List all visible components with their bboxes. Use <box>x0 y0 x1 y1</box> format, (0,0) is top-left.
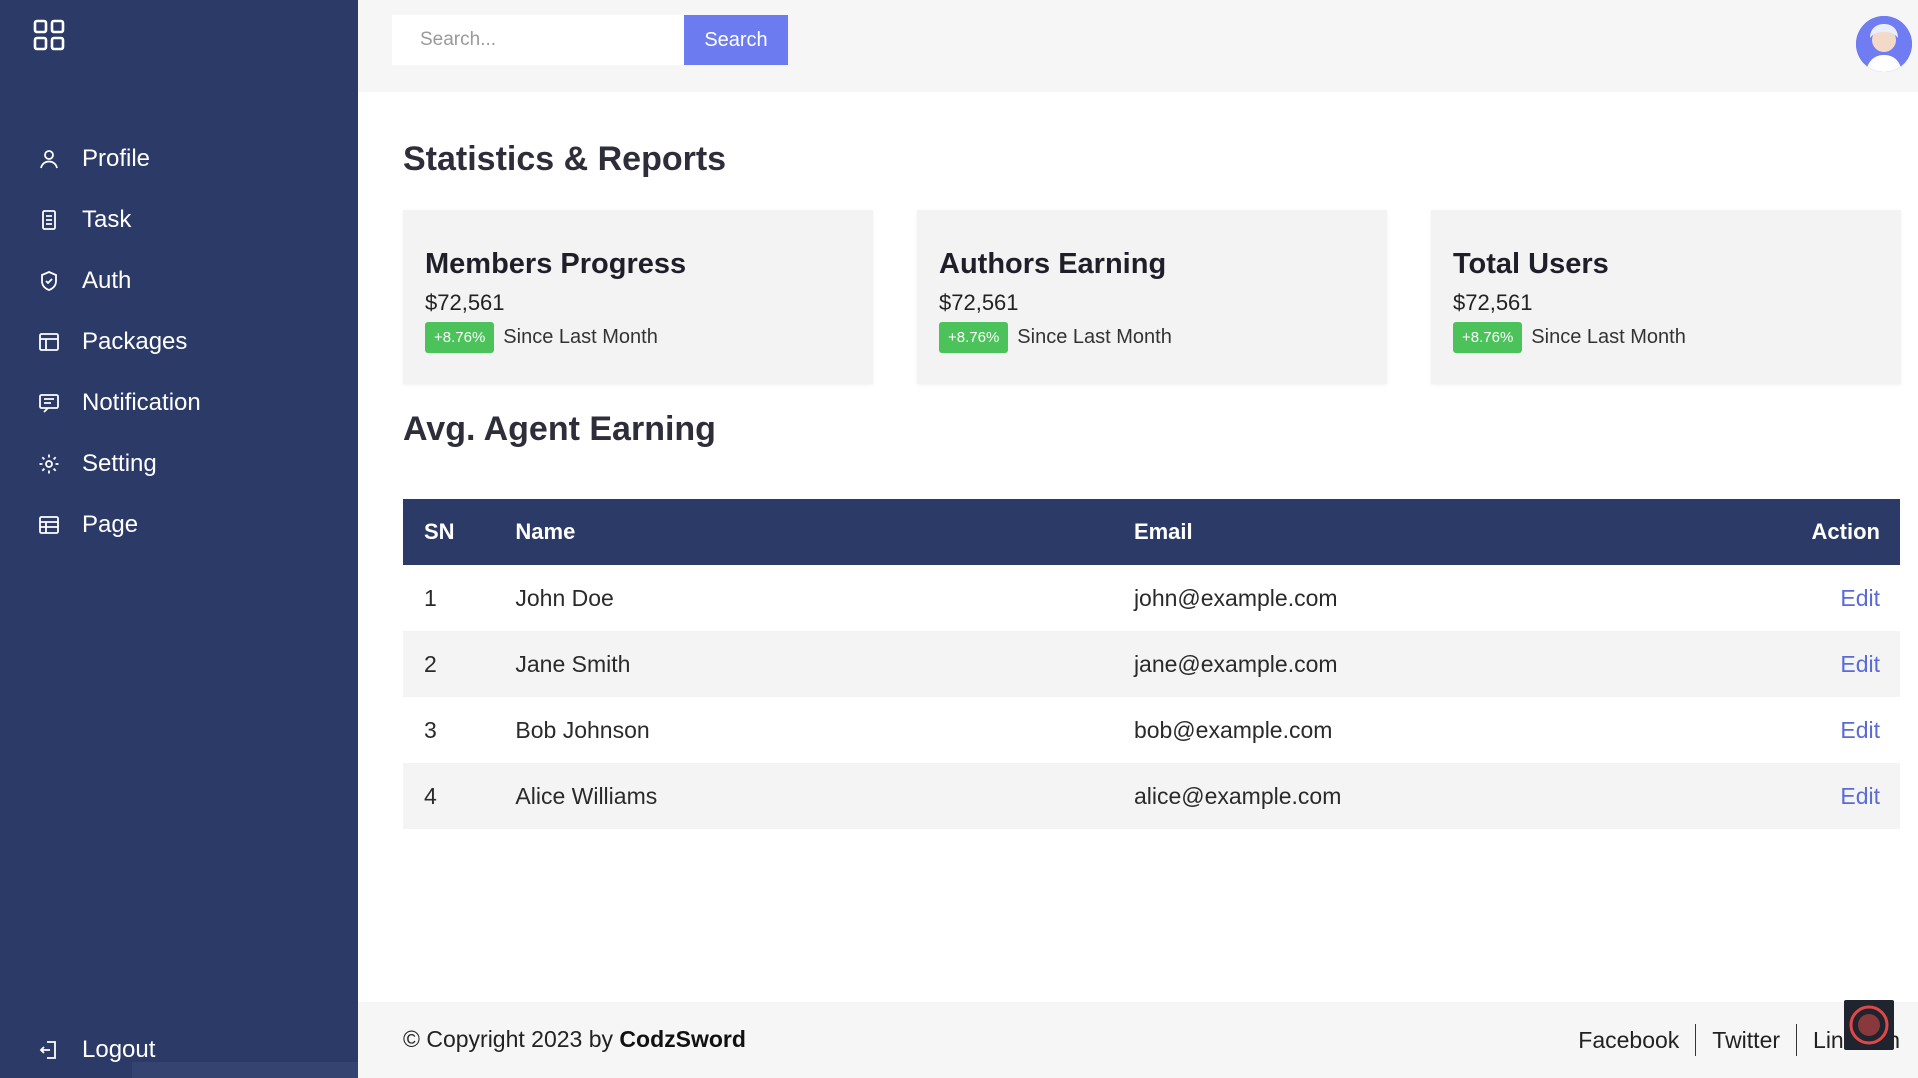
table-row: 2 Jane Smith jane@example.com Edit <box>403 631 1900 697</box>
packages-icon <box>38 331 60 353</box>
edit-link[interactable]: Edit <box>1840 585 1880 611</box>
cell-sn: 4 <box>424 782 437 809</box>
cell-sn: 1 <box>424 584 437 611</box>
cell-sn: 3 <box>424 716 437 743</box>
since-label: Since Last Month <box>503 326 658 348</box>
search-bar: Search <box>392 15 788 65</box>
sidebar: Profile Task Auth Packages Notification … <box>0 0 486 1078</box>
task-icon <box>38 209 60 231</box>
footer-link-twitter[interactable]: Twitter <box>1696 1027 1796 1054</box>
logout-label: Logout <box>82 1036 156 1063</box>
user-icon <box>38 148 60 170</box>
stat-value: $72,561 <box>425 290 505 315</box>
page-icon <box>38 514 60 536</box>
cell-name: Jane Smith <box>515 650 631 677</box>
cell-name: Alice Williams <box>515 782 658 809</box>
cell-action: Edit <box>1723 631 1900 697</box>
top-header: Search <box>358 0 1918 92</box>
table-row: 3 Bob Johnson bob@example.com Edit <box>403 697 1900 763</box>
cell-email: alice@example.com <box>1133 782 1342 809</box>
stat-value: $72,561 <box>1453 290 1533 315</box>
table-row: 4 Alice Williams alice@example.com Edit <box>403 763 1900 829</box>
table-header-row: SN Name Email Action <box>403 499 1900 565</box>
sidebar-item-profile[interactable]: Profile <box>0 128 358 189</box>
sidebar-item-setting[interactable]: Setting <box>0 433 358 494</box>
record-overlay-button[interactable] <box>1844 1000 1894 1050</box>
stat-card-members-progress: Members Progress $72,561 +8.76% Since La… <box>403 210 873 384</box>
sidebar-item-label: Notification <box>82 388 201 416</box>
column-header-email: Email <box>1133 519 1193 544</box>
copyright-text: © Copyright 2023 by CodzSword <box>403 1026 746 1053</box>
change-badge: +8.76% <box>939 322 1009 353</box>
copyright-prefix: © Copyright 2023 by <box>403 1026 614 1052</box>
search-button[interactable]: Search <box>684 15 788 65</box>
cell-action: Edit <box>1723 697 1900 763</box>
sidebar-item-notification[interactable]: Notification <box>0 372 358 433</box>
apps-grid-icon[interactable] <box>32 18 66 52</box>
stat-card-total-users: Total Users $72,561 +8.76% Since Last Mo… <box>1431 210 1901 384</box>
cell-name: John Doe <box>515 584 614 611</box>
shield-icon <box>38 270 60 292</box>
sidebar-item-packages[interactable]: Packages <box>0 311 358 372</box>
stat-value: $72,561 <box>939 290 1019 315</box>
sidebar-item-auth[interactable]: Auth <box>0 250 358 311</box>
cell-email: bob@example.com <box>1133 716 1333 743</box>
since-label: Since Last Month <box>1017 326 1172 348</box>
sidebar-item-label: Setting <box>82 449 157 477</box>
cell-email: john@example.com <box>1133 584 1338 611</box>
sidebar-item-label: Page <box>82 510 139 538</box>
stat-title: Total Users <box>1453 248 1609 280</box>
sidebar-item-label: Auth <box>82 266 132 294</box>
cell-action: Edit <box>1723 565 1900 631</box>
change-badge: +8.76% <box>425 322 495 353</box>
stat-title: Members Progress <box>425 248 687 280</box>
table-row: 1 John Doe john@example.com Edit <box>403 565 1900 631</box>
notification-icon <box>38 392 60 414</box>
stat-footer: +8.76% Since Last Month <box>425 322 658 353</box>
logout-icon <box>38 1039 60 1061</box>
stat-footer: +8.76% Since Last Month <box>939 322 1172 353</box>
cell-name: Bob Johnson <box>515 716 650 743</box>
footer: © Copyright 2023 by CodzSword Facebook T… <box>358 1000 1918 1078</box>
sidebar-nav: Profile Task Auth Packages Notification … <box>0 128 358 555</box>
stat-card-authors-earning: Authors Earning $72,561 +8.76% Since Las… <box>917 210 1387 384</box>
brand-name: CodzSword <box>619 1026 746 1052</box>
stat-title: Authors Earning <box>939 248 1167 280</box>
agent-table: SN Name Email Action 1 John Doe john@exa… <box>403 499 1900 829</box>
sidebar-item-label: Packages <box>82 327 188 355</box>
sidebar-item-label: Task <box>82 205 132 233</box>
sidebar-item-task[interactable]: Task <box>0 189 358 250</box>
app-root: Profile Task Auth Packages Notification … <box>0 0 1918 1078</box>
page-title: Statistics & Reports <box>403 140 727 178</box>
column-header-name: Name <box>515 519 576 544</box>
since-label: Since Last Month <box>1531 326 1686 348</box>
column-header-sn: SN <box>424 519 455 544</box>
edit-link[interactable]: Edit <box>1840 717 1880 743</box>
edit-link[interactable]: Edit <box>1840 651 1880 677</box>
sidebar-item-label: Profile <box>82 144 151 172</box>
search-input[interactable] <box>392 15 684 65</box>
column-header-action: Action <box>1811 519 1880 544</box>
cell-email: jane@example.com <box>1133 650 1338 677</box>
avatar[interactable] <box>1856 16 1912 72</box>
stat-footer: +8.76% Since Last Month <box>1453 322 1686 353</box>
main-content: Statistics & Reports Members Progress $7… <box>358 92 1918 1002</box>
sidebar-item-page[interactable]: Page <box>0 494 358 555</box>
change-badge: +8.76% <box>1453 322 1523 353</box>
cell-action: Edit <box>1723 763 1900 829</box>
cell-sn: 2 <box>424 650 437 677</box>
edit-link[interactable]: Edit <box>1840 783 1880 809</box>
section-title-agent-earning: Avg. Agent Earning <box>403 410 716 448</box>
gear-icon <box>38 453 60 475</box>
footer-link-facebook[interactable]: Facebook <box>1562 1027 1695 1054</box>
